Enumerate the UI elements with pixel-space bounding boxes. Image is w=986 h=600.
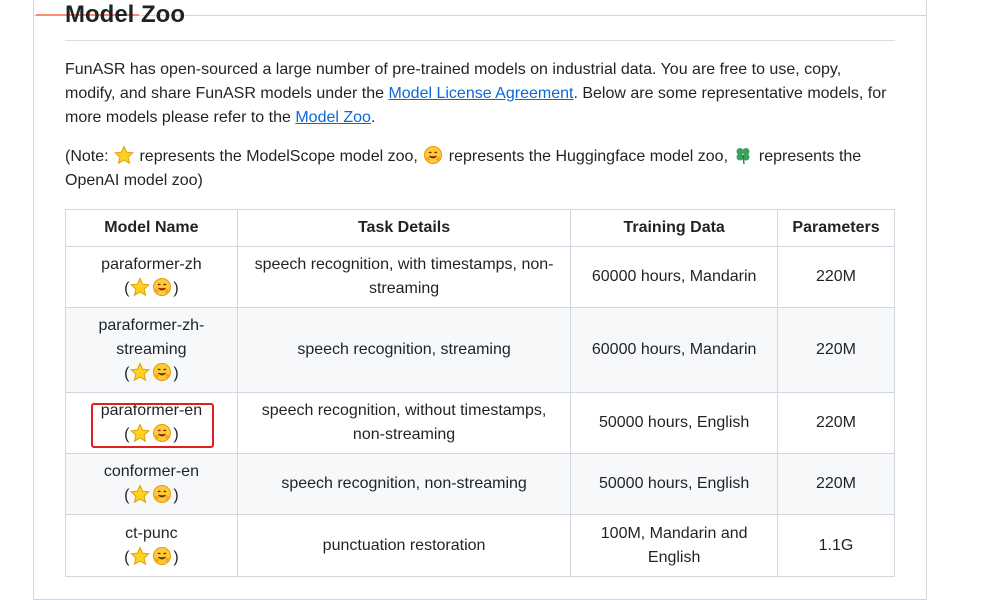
model-name: paraformer-zh-streaming: [98, 317, 205, 358]
model-name-cell: ct-punc (): [65, 514, 238, 577]
parameters-cell: 220M: [777, 453, 895, 515]
model-license-link[interactable]: Model License Agreement: [388, 85, 573, 102]
paren: ): [173, 487, 179, 504]
table-row: paraformer-zh () speech recognition, wit…: [65, 246, 895, 308]
training-data-cell: 50000 hours, English: [570, 453, 779, 515]
training-data-cell: 100M, Mandarin and English: [570, 514, 779, 577]
star-icon[interactable]: [130, 423, 151, 443]
hugging-face-icon: [424, 146, 443, 164]
note-text: represents the Huggingface model zoo,: [444, 148, 733, 165]
task-cell: speech recognition, streaming: [236, 307, 572, 393]
column-header: Training Data: [570, 209, 779, 247]
model-hub-icons: (): [72, 362, 231, 386]
star-icon[interactable]: [130, 545, 151, 566]
model-name: ct-punc: [125, 524, 178, 542]
paren: ): [173, 365, 179, 382]
paren: (: [124, 365, 130, 382]
table-header-row: Model Name Task Details Training Data Pa…: [65, 209, 895, 247]
section-heading: Model Zoo: [65, 1, 185, 28]
paren: (: [124, 548, 130, 566]
column-header: Task Details: [236, 209, 572, 247]
paren: (: [124, 280, 130, 297]
parameters-cell: 220M: [777, 307, 895, 393]
model-hub-icons: (): [72, 484, 231, 508]
column-header: Model Name: [65, 209, 238, 247]
paren: (: [124, 487, 130, 504]
model-name: conformer-en: [103, 463, 199, 480]
model-name: paraformer-zh: [101, 256, 202, 273]
paren: ): [173, 548, 179, 566]
task-cell: speech recognition, without timestamps, …: [236, 392, 572, 454]
paren: ): [173, 426, 179, 443]
parameters-cell: 220M: [777, 246, 895, 308]
parameters-cell: 1.1G: [777, 514, 895, 577]
star-icon[interactable]: [130, 277, 151, 297]
intro-paragraph: FunASR has open-sourced a large number o…: [65, 58, 895, 130]
table-row: paraformer-zh-streaming () speech recogn…: [65, 307, 895, 393]
column-header: Parameters: [777, 209, 895, 247]
parameters-cell: 220M: [777, 392, 895, 454]
hugging-face-icon[interactable]: [152, 277, 172, 297]
task-cell: speech recognition, non-streaming: [236, 453, 572, 515]
hugging-face-icon[interactable]: [152, 546, 172, 566]
note-text: represents the ModelScope model zoo,: [135, 148, 423, 165]
paren: ): [173, 280, 179, 297]
training-data-cell: 50000 hours, English: [570, 392, 779, 454]
model-name-cell: paraformer-en (): [65, 392, 238, 454]
hugging-face-icon[interactable]: [152, 423, 172, 443]
intro-text: .: [370, 109, 376, 126]
paren: (: [124, 426, 130, 443]
model-hub-icons: (): [72, 423, 231, 447]
training-data-cell: 60000 hours, Mandarin: [570, 246, 779, 308]
table-row: conformer-en () speech recognition, non-…: [65, 453, 895, 515]
table-row: ct-punc () punctuation restoration 100M,…: [65, 514, 895, 577]
model-zoo-link[interactable]: Model Zoo: [295, 109, 371, 126]
star-icon[interactable]: [130, 484, 151, 504]
model-name-cell: paraformer-zh-streaming (): [65, 307, 238, 393]
note-paragraph: (Note: represents the ModelScope model z…: [65, 145, 895, 193]
models-table: Model Name Task Details Training Data Pa…: [65, 209, 895, 577]
hugging-face-icon[interactable]: [152, 484, 172, 504]
hugging-face-icon[interactable]: [152, 362, 172, 382]
model-hub-icons: (): [72, 545, 231, 570]
note-text: (Note:: [65, 148, 114, 165]
star-icon: [114, 145, 134, 165]
model-name-cell: paraformer-zh (): [65, 246, 238, 308]
four-leaf-clover-icon: [736, 148, 750, 165]
model-name: paraformer-en: [100, 402, 203, 419]
task-cell: speech recognition, with timestamps, non…: [236, 246, 572, 308]
task-cell: punctuation restoration: [236, 514, 572, 577]
table-row: paraformer-en () speech recognition, wit…: [65, 392, 895, 454]
model-hub-icons: (): [72, 277, 231, 301]
heading-divider: [65, 40, 895, 41]
model-name-cell: conformer-en (): [65, 453, 238, 515]
training-data-cell: 60000 hours, Mandarin: [570, 307, 779, 393]
star-icon[interactable]: [130, 362, 151, 382]
